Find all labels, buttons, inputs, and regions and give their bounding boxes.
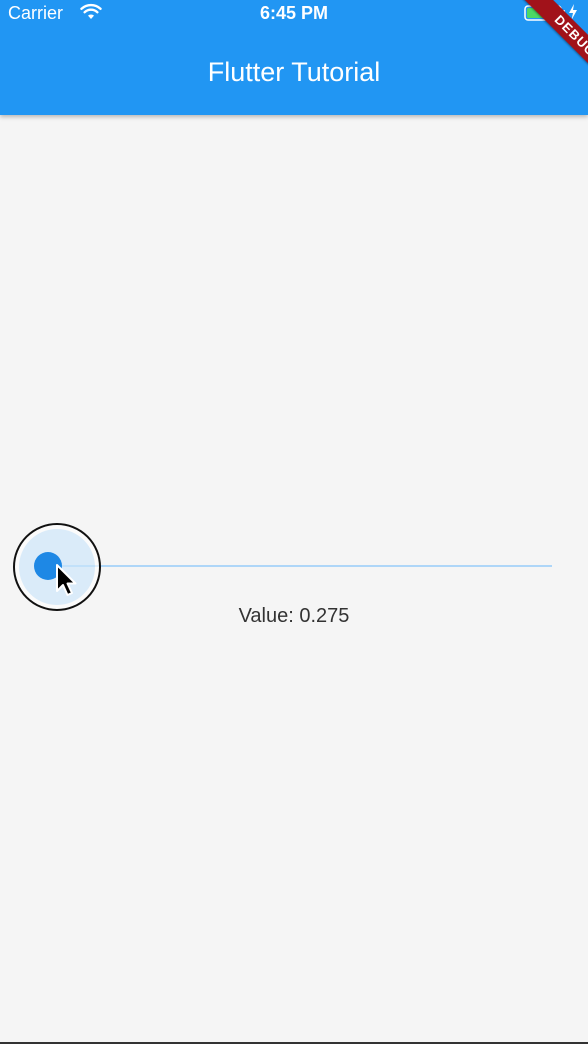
value-slider[interactable] (30, 546, 560, 586)
screen: Carrier 6:45 PM Flutter Tutorial DEBUG V… (0, 0, 588, 1044)
battery-icon (524, 5, 565, 21)
status-time: 6:45 PM (259, 3, 329, 23)
mouse-pointer-icon (56, 564, 77, 596)
app-bar: Carrier 6:45 PM Flutter Tutorial (0, 0, 588, 115)
slider-track[interactable] (44, 565, 552, 567)
charging-icon (569, 4, 577, 20)
slider-value-label: Value: 0.275 (238, 605, 350, 627)
page-title: Flutter Tutorial (207, 57, 381, 87)
status-bar: Carrier 6:45 PM (0, 0, 588, 27)
